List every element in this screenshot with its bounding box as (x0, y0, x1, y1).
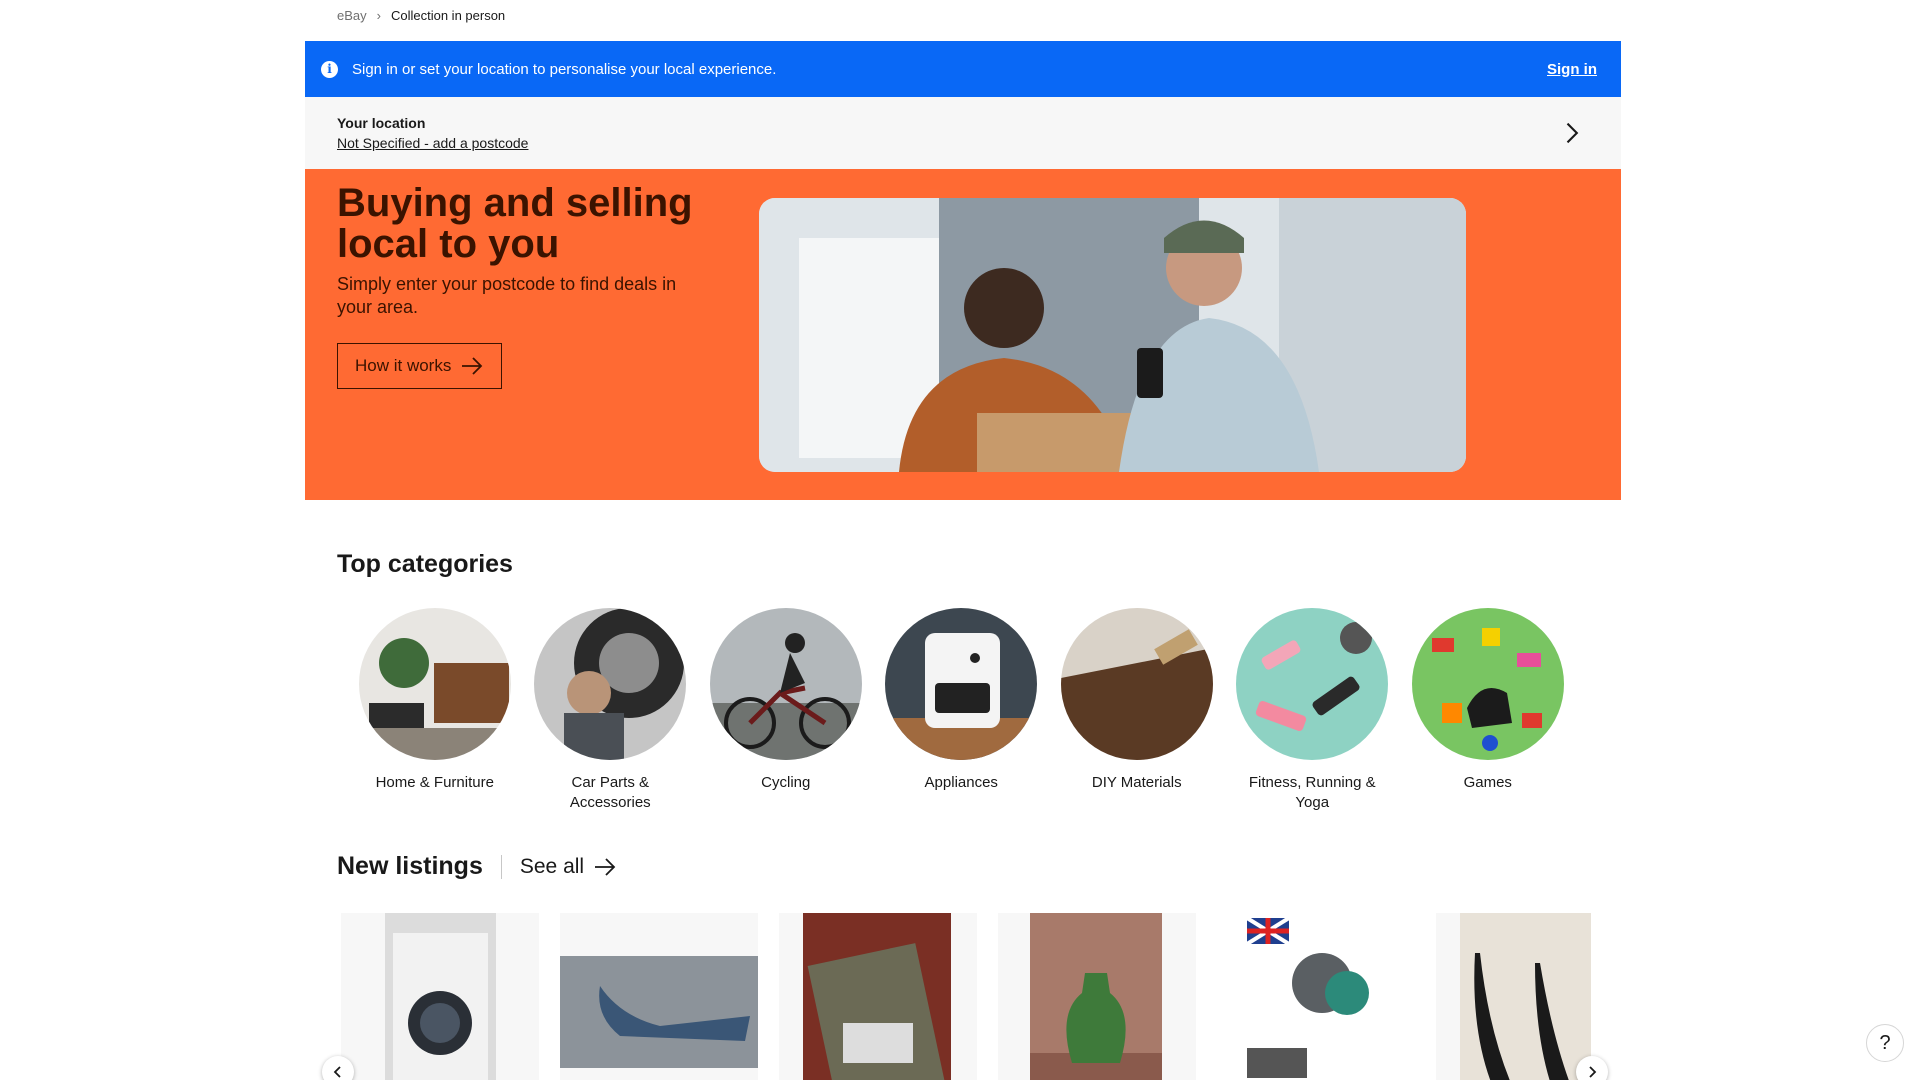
car-parts-image (534, 608, 687, 760)
category-home-furniture[interactable]: Home & Furniture (347, 608, 523, 813)
sign-in-link[interactable]: Sign in (1547, 61, 1597, 78)
chevron-right-icon (1589, 1066, 1597, 1078)
breadcrumb-current: Collection in person (390, 8, 506, 23)
category-games[interactable]: Games (1400, 608, 1576, 813)
games-image (1411, 608, 1564, 760)
fitness-image (1236, 608, 1389, 760)
banner-message: Sign in or set your location to personal… (352, 60, 777, 78)
new-listings-carousel (341, 913, 1591, 1080)
sign-in-banner: i Sign in or set your location to person… (305, 41, 1621, 97)
turbo-charger-image (1217, 913, 1415, 1080)
help-button[interactable]: ? (1866, 1024, 1904, 1062)
wizard-chess-set-image (803, 913, 951, 1080)
hero-photo (759, 198, 1466, 472)
listing-card[interactable] (779, 913, 977, 1080)
breadcrumb-ebay-link[interactable]: eBay (337, 8, 367, 23)
new-listings-header: New listings See all (337, 852, 616, 881)
chevron-right-icon[interactable] (1557, 119, 1585, 147)
chevron-left-icon (333, 1066, 341, 1078)
top-categories-list: Home & Furniture Car Parts & Accessories… (347, 608, 1576, 813)
category-fitness[interactable]: Fitness, Running & Yoga (1225, 608, 1401, 813)
location-panel[interactable]: Your location Not Specified - add a post… (305, 97, 1621, 169)
washing-machine-image (385, 913, 496, 1080)
listing-card[interactable] (998, 913, 1196, 1080)
cycling-image (709, 608, 862, 760)
category-label: Appliances (924, 774, 998, 791)
category-label: DIY Materials (1091, 774, 1182, 791)
arrow-right-icon (595, 857, 616, 876)
category-diy-materials[interactable]: DIY Materials (1049, 608, 1225, 813)
how-it-works-label: How it works (355, 356, 452, 375)
listing-card[interactable] (560, 913, 758, 1080)
black-heels-image (1460, 913, 1591, 1080)
category-label: Games (1463, 774, 1512, 791)
top-categories-title: Top categories (337, 550, 513, 578)
arrow-right-icon (462, 357, 483, 375)
listing-card[interactable] (1217, 913, 1415, 1080)
category-label: Home & Furniture (375, 774, 494, 791)
chevron-right-icon: › (376, 8, 381, 23)
carousel-next-button[interactable] (1576, 1056, 1608, 1080)
see-all-link[interactable]: See all (520, 855, 616, 879)
hero-section: Buying and selling local to you Simply e… (305, 169, 1621, 500)
carousel-prev-button[interactable] (322, 1056, 354, 1080)
help-icon: ? (1879, 1031, 1891, 1054)
listing-card[interactable] (341, 913, 539, 1080)
hero-subtitle: Simply enter your postcode to find deals… (337, 274, 677, 317)
category-label: Car Parts & Accessories (569, 774, 651, 811)
category-appliances[interactable]: Appliances (874, 608, 1050, 813)
divider (500, 854, 502, 879)
how-it-works-button[interactable]: How it works (337, 343, 502, 389)
location-postcode-link[interactable]: Not Specified - add a postcode (337, 135, 1589, 151)
category-car-parts[interactable]: Car Parts & Accessories (523, 608, 699, 813)
hero-title: Buying and selling local to you (337, 181, 693, 266)
see-all-label: See all (519, 854, 585, 878)
home-furniture-image (358, 608, 511, 760)
info-icon: i (321, 60, 338, 78)
new-listings-title: New listings (337, 852, 483, 880)
category-label: Fitness, Running & Yoga (1248, 774, 1376, 811)
green-vase-image (1030, 913, 1162, 1080)
location-title: Your location (337, 115, 426, 131)
diy-materials-image (1060, 608, 1213, 760)
car-trim-part-image (560, 956, 758, 1068)
listing-card[interactable] (1436, 913, 1591, 1080)
appliances-image (885, 608, 1038, 760)
breadcrumb: eBay › Collection in person (337, 8, 505, 23)
category-label: Cycling (761, 774, 811, 791)
category-cycling[interactable]: Cycling (698, 608, 874, 813)
